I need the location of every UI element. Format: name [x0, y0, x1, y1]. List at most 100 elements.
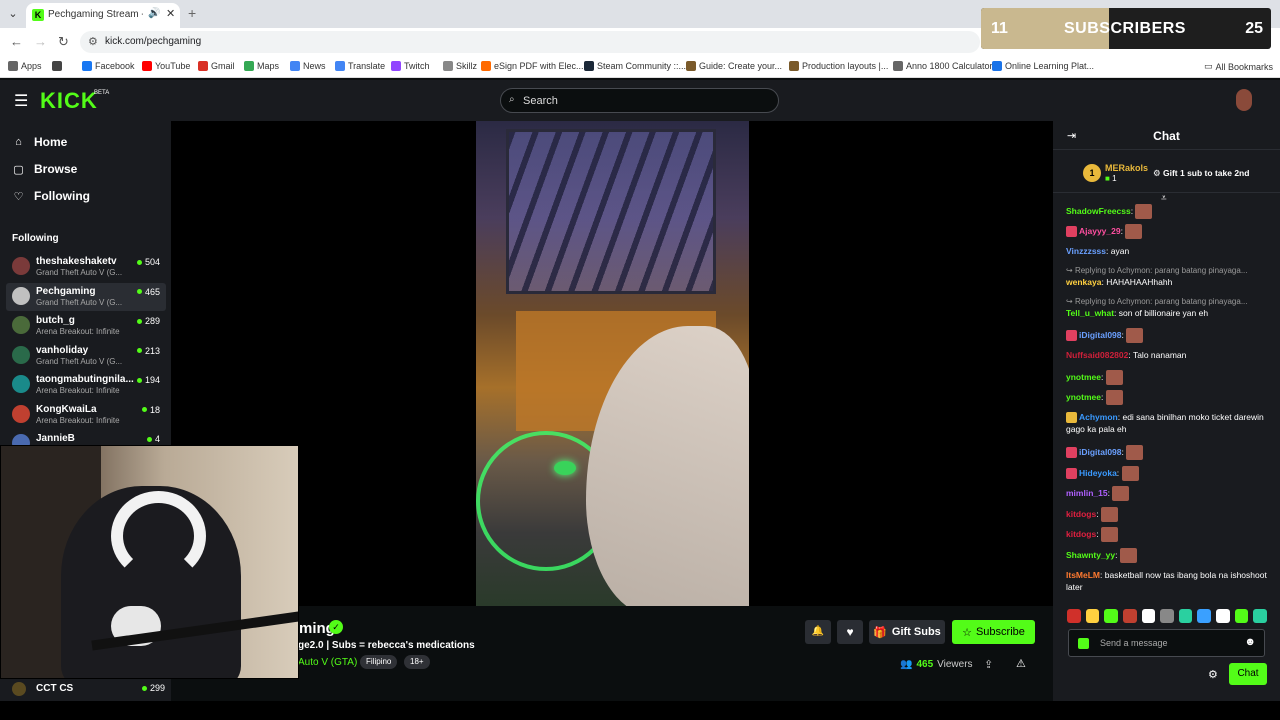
chat-message: ShadowFreecss: [1066, 204, 1278, 219]
chat-username[interactable]: ShadowFreecss [1066, 206, 1131, 216]
chat-settings-icon[interactable]: ⚙ [1208, 668, 1218, 681]
sidebar-nav-browse[interactable]: ▢ Browse [12, 162, 77, 176]
leader-name[interactable]: MERakols [1105, 163, 1148, 173]
chat-reply-context[interactable]: ↪ Replying to Achymon: parang batang pin… [1066, 297, 1278, 306]
bookmark-layouts[interactable]: Production layouts |... [789, 61, 888, 71]
bookmark-esign[interactable]: eSign PDF with Elec... [481, 61, 584, 71]
user-avatar[interactable] [1236, 89, 1252, 111]
sidebar-channel[interactable]: theshakeshaketv Grand Theft Auto V (G... 5… [6, 253, 166, 281]
share-icon[interactable]: ⇪ [984, 658, 993, 671]
chat-username[interactable]: Shawnty_yy [1066, 550, 1115, 560]
quick-emote-icon[interactable] [1197, 609, 1212, 623]
bookmark-youtube[interactable]: YouTube [142, 61, 190, 71]
quick-emote-icon[interactable] [1122, 609, 1137, 623]
chat-message: Achymon: edi sana binilhan moko ticket d… [1066, 412, 1264, 435]
quick-emote-icon[interactable] [1234, 609, 1249, 623]
chat-username[interactable]: kitdogs [1066, 529, 1096, 539]
kick-logo[interactable]: KICK [40, 88, 98, 114]
emoji-picker-icon[interactable]: ☻ [1244, 636, 1256, 648]
bookmark-learning[interactable]: Online Learning Plat... [992, 61, 1094, 71]
quick-emote-icon[interactable] [1178, 609, 1193, 623]
quick-emote-icon[interactable] [1085, 609, 1100, 623]
chat-input-placeholder: Send a message [1100, 638, 1168, 648]
sidebar-bottom-channel[interactable]: CCT CS 299 [0, 679, 171, 701]
site-info-icon[interactable]: ⚙ [88, 35, 98, 48]
chat-username[interactable]: iDigital098 [1079, 330, 1122, 340]
chat-username[interactable]: iDigital098 [1079, 447, 1122, 457]
quick-emote-icon[interactable] [1067, 609, 1081, 623]
browser-tab-active[interactable]: K Pechgaming Stream - Watch 🔊 ✕ [26, 3, 180, 28]
sidebar-channel[interactable]: Pechgaming Grand Theft Auto V (G... 465 [6, 282, 166, 311]
bookmark-grid[interactable] [52, 61, 65, 71]
subscribe-button[interactable]: ☆ Subscribe [952, 620, 1035, 644]
tab-close-icon[interactable]: ✕ [166, 7, 175, 20]
bookmark-label: Apps [21, 61, 42, 71]
sidebar-channel[interactable]: butch_g Arena Breakout: Infinite 289 [6, 312, 166, 340]
sidebar-nav-following[interactable]: ♡ Following [12, 189, 90, 203]
chat-username[interactable]: mimlin_15 [1066, 488, 1108, 498]
bookmark-news[interactable]: News [290, 61, 326, 71]
chat-badge-icon [1066, 468, 1077, 479]
chat-message: Hideyoka: [1066, 466, 1278, 481]
chat-message: Nuffsaid082802: Talo nanaman [1066, 350, 1187, 360]
bookmark-guide[interactable]: Guide: Create your... [686, 61, 782, 71]
reload-icon[interactable]: ↻ [58, 34, 69, 50]
chat-username[interactable]: wenkaya [1066, 277, 1101, 287]
category-link[interactable]: Auto V (GTA) [298, 657, 357, 668]
back-icon[interactable]: ← [10, 34, 23, 49]
chat-username[interactable]: Ajayyy_29 [1079, 226, 1121, 236]
address-bar[interactable]: ⚙ kick.com/pechgaming [80, 31, 980, 53]
sidebar-nav-home[interactable]: ⌂ Home [12, 135, 67, 149]
search-input[interactable]: ⌕ Search [500, 88, 779, 113]
gift-promo[interactable]: ⚙ Gift 1 sub to take 2nd [1153, 168, 1249, 179]
notification-bell-button[interactable]: 🔔 [805, 620, 831, 644]
all-bookmarks[interactable]: ▭ All Bookmarks [1204, 61, 1273, 72]
quick-emote-icon[interactable] [1141, 609, 1156, 623]
chat-username[interactable]: kitdogs [1066, 509, 1096, 519]
chat-username[interactable]: Hideyoka [1079, 468, 1117, 478]
chat-reply-context[interactable]: ↪ Replying to Achymon: parang batang pin… [1066, 266, 1278, 275]
tab-search-icon[interactable]: ⌄ [4, 5, 22, 23]
video-player[interactable] [171, 121, 1053, 606]
video-frame [476, 121, 749, 606]
chat-leaderboard: 1 MERakols ■ 1 ⚙ Gift 1 sub to take 2nd [1053, 149, 1280, 193]
bookmark-apps[interactable]: Apps [8, 61, 42, 71]
tag-filipino[interactable]: Filipino [360, 655, 398, 669]
chat-username[interactable]: ItsMeLM [1066, 570, 1100, 580]
tab-audio-icon[interactable]: 🔊 [148, 8, 160, 19]
quick-emote-icon[interactable] [1216, 609, 1230, 623]
channel-viewers: 299 [141, 683, 165, 693]
chat-username[interactable]: ynotmee [1066, 392, 1101, 402]
bookmark-twitch[interactable]: Twitch [391, 61, 430, 71]
channel-viewer-count: 4 [154, 434, 160, 444]
chat-username[interactable]: Achymon [1079, 412, 1118, 422]
report-icon[interactable]: ⚠ [1016, 657, 1026, 670]
new-tab-icon[interactable]: + [188, 5, 196, 21]
sidebar-channel[interactable]: KongKwaiLa Arena Breakout: Infinite 18 [6, 401, 166, 429]
chat-input[interactable]: Send a message ☻ [1068, 629, 1265, 657]
gift-subs-button[interactable]: 🎁 Gift Subs [869, 620, 945, 644]
follow-button[interactable]: ♥ [837, 620, 863, 644]
sidebar-channel[interactable]: vanholiday Grand Theft Auto V (G... 213 [6, 342, 166, 370]
star-icon: ☆ [962, 626, 972, 639]
chat-send-button[interactable]: Chat [1229, 663, 1267, 685]
tag-mature[interactable]: 18+ [404, 655, 430, 669]
quick-emote-icon[interactable] [1104, 609, 1118, 623]
chat-username[interactable]: Vinzzzsss [1066, 246, 1106, 256]
bookmark-facebook[interactable]: Facebook [82, 61, 135, 71]
bookmark-anno[interactable]: Anno 1800 Calculator [893, 61, 993, 71]
forward-icon[interactable]: → [34, 34, 47, 49]
bookmark-translate[interactable]: Translate [335, 61, 385, 71]
chat-username[interactable]: ynotmee [1066, 372, 1101, 382]
chat-username[interactable]: Tell_u_what [1066, 308, 1114, 318]
bookmark-maps[interactable]: Maps [244, 61, 279, 71]
bookmark-skillz[interactable]: Skillz [443, 61, 477, 71]
quick-emote-icon[interactable] [1160, 609, 1174, 623]
sidebar-channel[interactable]: taongmabutingnila... Arena Breakout: Infi… [6, 371, 166, 399]
bookmark-steam[interactable]: Steam Community ::... [584, 61, 686, 71]
bookmark-gmail[interactable]: Gmail [198, 61, 235, 71]
chat-username[interactable]: Nuffsaid082802 [1066, 350, 1128, 360]
quick-emote-icon[interactable] [1253, 609, 1268, 623]
menu-icon[interactable]: ☰ [14, 91, 28, 111]
chevron-down-icon[interactable]: ⩡ [1161, 193, 1167, 204]
